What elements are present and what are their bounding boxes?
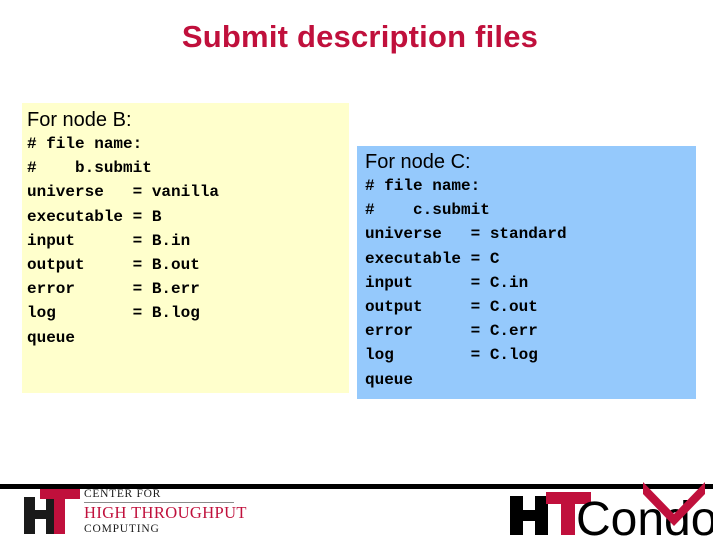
panel-node-c: For node C: # file name: # c.submit univ… <box>357 146 696 399</box>
panel-node-c-code: # file name: # c.submit universe = stand… <box>365 177 567 389</box>
panel-node-b-content: For node B: # file name: # b.submit univ… <box>27 108 219 350</box>
chtc-line-computing: COMPUTING <box>84 523 160 535</box>
chtc-logo: CENTER FOR HIGH THROUGHPUT COMPUTING <box>24 487 247 535</box>
slide-canvas: Submit description files For node B: # f… <box>0 0 720 540</box>
htcondor-logo: Condor <box>508 482 713 538</box>
panel-node-b: For node B: # file name: # b.submit univ… <box>22 103 349 393</box>
page-title: Submit description files <box>181 19 539 54</box>
chtc-logo-mark-icon <box>24 489 80 534</box>
panel-node-c-content: For node C: # file name: # c.submit univ… <box>365 150 567 392</box>
chtc-wordmark: CENTER FOR HIGH THROUGHPUT COMPUTING <box>84 488 247 535</box>
panel-node-c-heading: For node C: <box>365 151 471 173</box>
panel-node-b-code: # file name: # b.submit universe = vanil… <box>27 135 220 347</box>
chtc-line-high-throughput: HIGH THROUGHPUT <box>84 503 247 522</box>
chtc-line-center-for: CENTER FOR <box>84 488 234 503</box>
panel-node-b-heading: For node B: <box>27 109 132 131</box>
